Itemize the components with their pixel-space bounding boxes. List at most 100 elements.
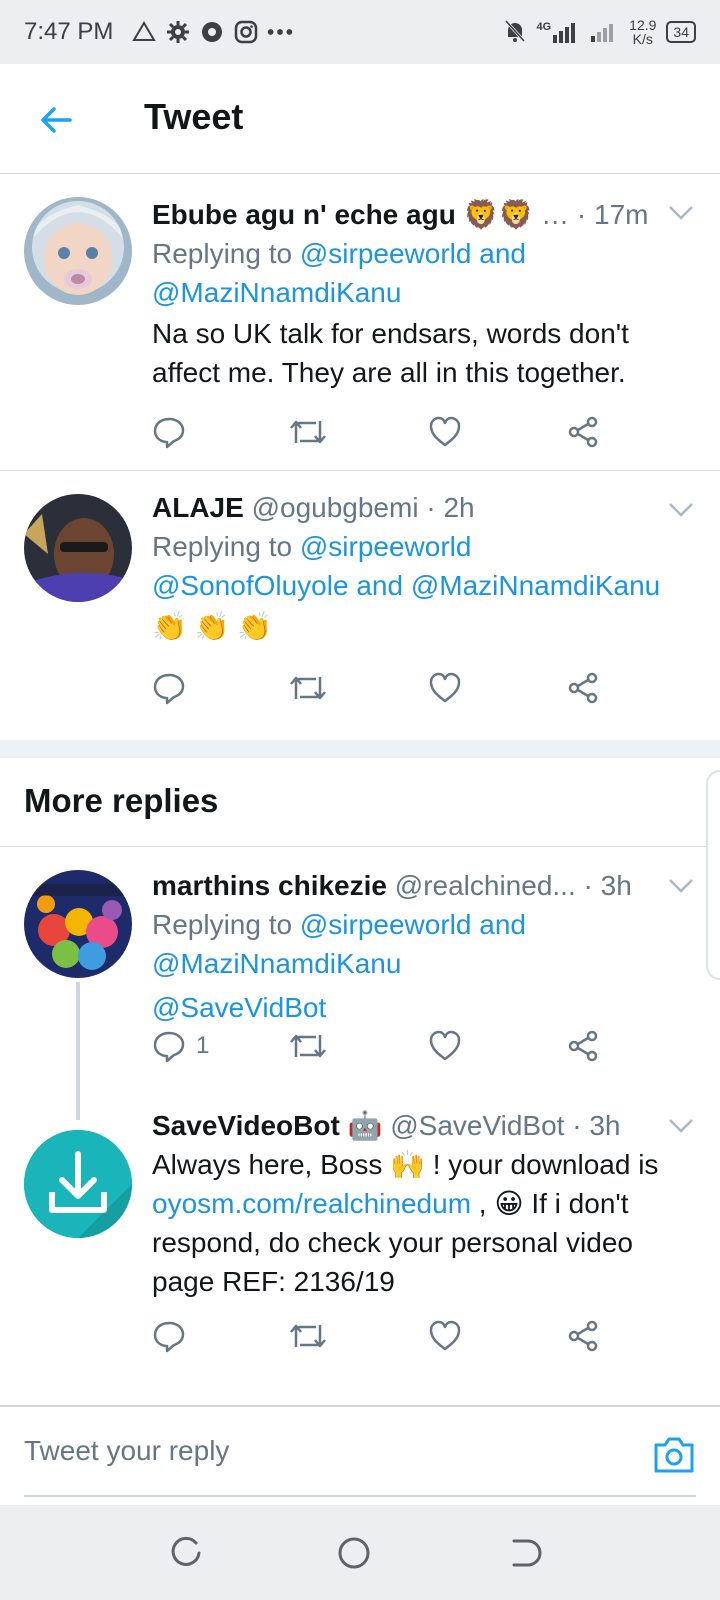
retweet-icon [290,420,326,444]
mention-link[interactable]: @MaziNnamdiKanu [152,948,401,979]
replying-to: Replying to @sirpeeworld [152,527,700,566]
reply-icon [153,417,185,449]
replying-to-label: Replying to [152,238,300,269]
replying-to: Replying to @sirpeeworld and [152,234,700,273]
reply-button[interactable] [152,668,186,708]
reply-button[interactable] [152,412,186,452]
reply-icon [153,1031,185,1063]
status-time: 7:47 PM [24,18,114,45]
mention-link[interactable]: @MaziNnamdiKanu [152,277,401,308]
share-icon [568,1320,598,1352]
retweet-button[interactable] [288,668,328,708]
mention-link[interactable]: @SonofOluyole [152,570,349,601]
camera-icon[interactable] [652,1435,696,1475]
author-name[interactable]: marthins chikezie [152,870,387,901]
share-button[interactable] [566,412,600,452]
tweet-actions [152,412,612,452]
mention-link[interactable]: @SaveVidBot [152,992,326,1023]
speed-unit: K/s [632,31,653,47]
replying-and[interactable]: and [471,238,526,269]
section-separator [0,740,720,758]
recent-apps-icon[interactable] [168,1535,204,1571]
chevron-down-icon[interactable] [668,878,694,894]
network-speed: 12.9 K/s [629,18,656,46]
heart-icon [429,1320,461,1351]
tweet-body: ALAJE @ogubgbemi · 2h Replying to @sirpe… [152,488,700,646]
tweet-text-line: Always here, Boss 🙌 ! your download is [152,1149,659,1180]
tweet-text-line: respond, do check your personal video [152,1227,633,1258]
instagram-icon [233,19,259,45]
replying-to-label: Replying to [152,909,300,940]
tweet-item[interactable]: ALAJE @ogubgbemi · 2h Replying to @sirpe… [0,472,720,740]
chevron-down-icon[interactable] [668,205,694,221]
tweet-item[interactable]: SaveVideoBot 🤖 @SaveVidBot · 3h Always h… [0,1110,720,1405]
reply-composer [0,1405,720,1505]
author-name-emoji: 🦁🦁 [463,199,534,230]
tweet-item[interactable]: Ebube agu n' eche agu 🦁🦁 … · 17m Replyin… [0,175,720,470]
share-button[interactable] [566,1026,600,1066]
share-icon [568,416,598,448]
mention-link[interactable]: @MaziNnamdiKanu [411,570,660,601]
author-name[interactable]: Ebube agu n' eche agu [152,199,456,230]
like-button[interactable] [428,668,462,708]
mention-link[interactable]: @sirpeeworld [300,531,472,562]
mention-link[interactable]: @sirpeeworld [300,238,472,269]
tweet-time: · 3h [572,1110,621,1141]
tweet-time: · 2h [426,492,475,523]
author-name[interactable]: ALAJE [152,492,244,523]
replying-and[interactable]: and [471,909,526,940]
back-nav-icon[interactable] [508,1535,544,1571]
avatar[interactable] [24,1130,132,1238]
replying-to-label: Replying to [152,531,300,562]
heart-icon [429,672,461,703]
status-system-icons: 4G 12.9 K/s 34 [504,18,696,46]
retweet-button[interactable] [288,1026,328,1066]
chevron-down-icon[interactable] [668,1118,694,1134]
home-icon[interactable] [336,1535,372,1571]
share-icon [568,672,598,704]
author-name[interactable]: SaveVideoBot [152,1110,340,1141]
like-button[interactable] [428,1026,462,1066]
tweet-text-fragment: , 😀 If i don't [471,1188,629,1219]
tweet-text-line: oyosm.com/realchinedum , 😀 If i don't [152,1184,700,1223]
replying-and[interactable]: and [349,570,411,601]
mention-link[interactable]: @sirpeeworld [300,909,472,940]
status-notification-icons [131,19,293,45]
retweet-icon [290,676,326,700]
retweet-icon [290,1034,326,1058]
share-button[interactable] [566,668,600,708]
retweet-button[interactable] [288,1316,328,1356]
heart-icon [429,1030,461,1061]
avatar[interactable] [24,494,132,602]
reply-button[interactable] [152,1316,186,1356]
reply-icon [153,1321,185,1353]
divider [0,470,720,471]
tweet-text-line: page REF: 2136/19 [152,1266,395,1297]
page-title: Tweet [144,96,244,137]
author-handle: @ogubgbemi [251,492,419,523]
tweet-actions: 1 [152,1026,612,1066]
chevron-down-icon[interactable] [668,502,694,518]
reply-button[interactable]: 1 [152,1026,209,1066]
avatar[interactable] [24,197,132,305]
system-nav-bar [0,1505,720,1600]
author-handle: … [541,199,570,230]
share-button[interactable] [566,1316,600,1356]
like-button[interactable] [428,1316,462,1356]
share-icon [568,1030,598,1062]
battery-level: 34 [673,24,689,40]
top-app-bar: Tweet [0,64,720,174]
like-button[interactable] [428,412,462,452]
download-link[interactable]: oyosm.com/realchinedum [152,1188,471,1219]
reply-input[interactable] [24,1435,624,1467]
reply-count: 1 [196,1032,210,1059]
tweet-item[interactable]: marthins chikezie @realchined... · 3h Re… [0,848,720,1103]
reply-underline [24,1495,696,1497]
replying-to-line2: @MaziNnamdiKanu [152,273,700,312]
avatar[interactable] [24,870,132,978]
retweet-button[interactable] [288,412,328,452]
tweet-text: @SaveVidBot [152,988,700,1027]
more-replies-heading: More replies [24,782,219,819]
back-arrow-icon[interactable] [36,100,76,140]
tweet-text: 👏 👏 👏 [152,611,273,642]
